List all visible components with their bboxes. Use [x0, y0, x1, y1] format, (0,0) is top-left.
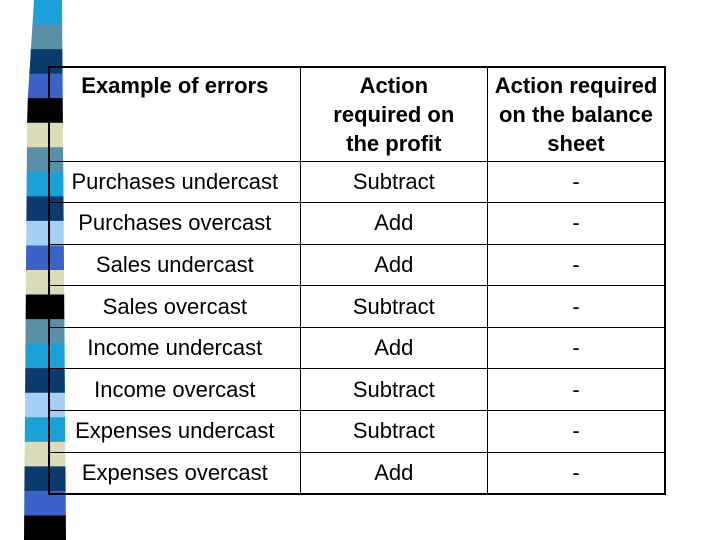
cell-profit-action: Add: [299, 326, 489, 370]
stripe-segment: [32, 0, 63, 26]
header-example-of-errors: Example of errors: [48, 66, 301, 162]
cell-error: Expenses undercast: [48, 410, 301, 453]
cell-balance-action: -: [487, 368, 666, 412]
cell-profit-action: Subtract: [299, 285, 489, 328]
header-action-profit: Action required on the profit: [299, 66, 489, 162]
cell-profit-action: Subtract: [299, 368, 489, 412]
errors-table: Example of errors Action required on the…: [48, 66, 666, 495]
cell-error: Purchases undercast: [48, 160, 301, 204]
table-row: Income undercast Add -: [48, 326, 666, 370]
cell-error: Income undercast: [48, 326, 301, 370]
header-line: the profit: [346, 131, 442, 156]
cell-balance-action: -: [487, 410, 666, 453]
cell-profit-action: Subtract: [299, 160, 489, 204]
stripe-segment: [23, 515, 66, 540]
table-header-row: Example of errors Action required on the…: [48, 66, 666, 162]
table-row: Purchases overcast Add -: [48, 202, 666, 245]
cell-balance-action: -: [487, 451, 666, 495]
header-line: sheet: [547, 131, 605, 156]
cell-profit-action: Add: [299, 451, 489, 495]
cell-error: Income overcast: [48, 368, 301, 412]
cell-error: Purchases overcast: [48, 202, 301, 245]
cell-balance-action: -: [487, 243, 666, 287]
table-row: Income overcast Subtract -: [48, 368, 666, 412]
header-action-balance-sheet: Action required on the balance sheet: [487, 66, 666, 162]
header-line: Action required: [494, 73, 658, 98]
table-row: Purchases undercast Subtract -: [48, 160, 666, 204]
table-row: Sales undercast Add -: [48, 243, 666, 287]
cell-profit-action: Subtract: [299, 410, 489, 453]
table-row: Sales overcast Subtract -: [48, 285, 666, 328]
cell-profit-action: Add: [299, 243, 489, 287]
header-line: Example of errors: [81, 73, 269, 98]
cell-balance-action: -: [487, 160, 666, 204]
cell-error: Expenses overcast: [48, 451, 301, 495]
cell-error: Sales undercast: [48, 243, 301, 287]
header-line: Action: [359, 73, 429, 98]
cell-balance-action: -: [487, 285, 666, 328]
cell-error: Sales overcast: [48, 285, 301, 328]
cell-balance-action: -: [487, 326, 666, 370]
table-row: Expenses undercast Subtract -: [48, 410, 666, 453]
header-line: required on: [333, 102, 455, 127]
table-row: Expenses overcast Add -: [48, 451, 666, 495]
cell-profit-action: Add: [299, 202, 489, 245]
header-line: on the balance: [498, 102, 654, 127]
cell-balance-action: -: [487, 202, 666, 245]
stripe-segment: [30, 24, 63, 50]
